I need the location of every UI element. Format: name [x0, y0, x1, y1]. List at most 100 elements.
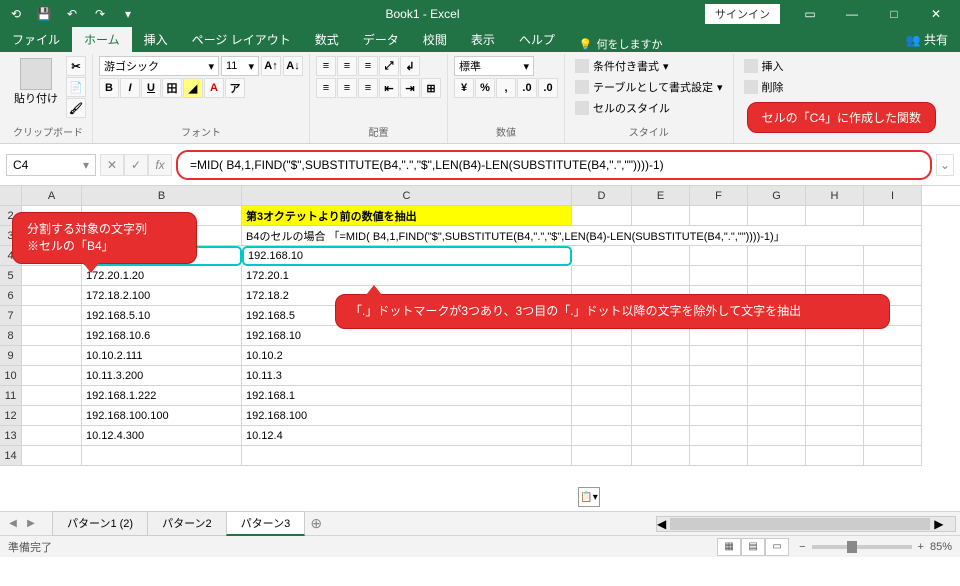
pagebreak-view-icon[interactable]: ▭	[765, 538, 789, 556]
cell-I13[interactable]	[864, 426, 922, 446]
cell-F14[interactable]	[690, 446, 748, 466]
cell-B6[interactable]: 172.18.2.100	[82, 286, 242, 306]
cell-D13[interactable]	[572, 426, 632, 446]
row-header[interactable]: 12	[0, 406, 22, 426]
decrease-decimal-icon[interactable]: .0	[538, 78, 558, 98]
cell-I10[interactable]	[864, 366, 922, 386]
tab-insert[interactable]: 挿入	[132, 27, 180, 52]
autosave-toggle[interactable]: ⟲	[4, 3, 28, 25]
cell-B14[interactable]	[82, 446, 242, 466]
cell-E5[interactable]	[632, 266, 690, 286]
cell-E9[interactable]	[632, 346, 690, 366]
cell-C5[interactable]: 172.20.1	[242, 266, 572, 286]
tab-data[interactable]: データ	[351, 27, 411, 52]
fill-color-button[interactable]: ◢	[183, 78, 203, 98]
enter-formula-icon[interactable]: ✓	[124, 154, 148, 176]
cell-B11[interactable]: 192.168.1.222	[82, 386, 242, 406]
sheet-nav-next-icon[interactable]: ▶	[22, 515, 40, 533]
align-right-icon[interactable]: ≡	[358, 78, 378, 98]
wrap-text-icon[interactable]: ↲	[400, 56, 420, 76]
select-all-corner[interactable]	[0, 186, 22, 205]
decrease-font-icon[interactable]: A↓	[283, 56, 303, 76]
bold-button[interactable]: B	[99, 78, 119, 98]
cell-C10[interactable]: 10.11.3	[242, 366, 572, 386]
maximize-icon[interactable]: □	[874, 0, 914, 28]
row-header[interactable]: 10	[0, 366, 22, 386]
cell-H5[interactable]	[806, 266, 864, 286]
pagelayout-view-icon[interactable]: ▤	[741, 538, 765, 556]
cell-D4[interactable]	[572, 246, 632, 266]
cell-F4[interactable]	[690, 246, 748, 266]
zoom-out-button[interactable]: −	[799, 541, 805, 553]
cell-B8[interactable]: 192.168.10.6	[82, 326, 242, 346]
align-top-icon[interactable]: ≡	[316, 56, 336, 76]
phonetic-icon[interactable]: ア	[225, 78, 245, 98]
cell-B13[interactable]: 10.12.4.300	[82, 426, 242, 446]
cell-B12[interactable]: 192.168.100.100	[82, 406, 242, 426]
cell-G12[interactable]	[748, 406, 806, 426]
underline-button[interactable]: U	[141, 78, 161, 98]
redo-icon[interactable]: ↷	[88, 3, 112, 25]
cell-C11[interactable]: 192.168.1	[242, 386, 572, 406]
cell-C13[interactable]: 10.12.4	[242, 426, 572, 446]
decrease-indent-icon[interactable]: ⇤	[379, 78, 399, 98]
cell-D5[interactable]	[572, 266, 632, 286]
sheet-tab[interactable]: パターン1 (2)	[52, 511, 148, 536]
merge-center-icon[interactable]: ⊞	[421, 78, 441, 98]
cell-E10[interactable]	[632, 366, 690, 386]
cell-D2[interactable]	[572, 206, 632, 226]
cell-D9[interactable]	[572, 346, 632, 366]
cell-A14[interactable]	[22, 446, 82, 466]
cell-G2[interactable]	[748, 206, 806, 226]
cell-C9[interactable]: 10.10.2	[242, 346, 572, 366]
cell-A9[interactable]	[22, 346, 82, 366]
align-bottom-icon[interactable]: ≡	[358, 56, 378, 76]
font-color-button[interactable]: A	[204, 78, 224, 98]
column-header-A[interactable]: A	[22, 186, 82, 205]
align-center-icon[interactable]: ≡	[337, 78, 357, 98]
delete-cells-button[interactable]: 削除	[740, 77, 788, 97]
cell-D11[interactable]	[572, 386, 632, 406]
row-header[interactable]: 11	[0, 386, 22, 406]
copy-icon[interactable]: 📄	[66, 77, 86, 97]
row-header[interactable]: 9	[0, 346, 22, 366]
cell-G11[interactable]	[748, 386, 806, 406]
row-header[interactable]: 14	[0, 446, 22, 466]
row-header[interactable]: 5	[0, 266, 22, 286]
orientation-icon[interactable]: ⤢	[379, 56, 399, 76]
cell-F10[interactable]	[690, 366, 748, 386]
cell-B7[interactable]: 192.168.5.10	[82, 306, 242, 326]
cell-F13[interactable]	[690, 426, 748, 446]
cell-D14[interactable]	[572, 446, 632, 466]
cell-A10[interactable]	[22, 366, 82, 386]
column-header-F[interactable]: F	[690, 186, 748, 205]
cell-A13[interactable]	[22, 426, 82, 446]
zoom-level[interactable]: 85%	[930, 541, 952, 553]
cell-D10[interactable]	[572, 366, 632, 386]
cell-G4[interactable]	[748, 246, 806, 266]
tab-view[interactable]: 表示	[459, 27, 507, 52]
format-painter-icon[interactable]: 🖌	[66, 98, 86, 118]
tab-help[interactable]: ヘルプ	[507, 27, 567, 52]
tell-me-search[interactable]: 💡 何をしますか	[567, 36, 675, 52]
cell-G13[interactable]	[748, 426, 806, 446]
column-header-I[interactable]: I	[864, 186, 922, 205]
cut-icon[interactable]: ✂	[66, 56, 86, 76]
cell-A12[interactable]	[22, 406, 82, 426]
signin-button[interactable]: サインイン	[705, 4, 780, 24]
cell-H10[interactable]	[806, 366, 864, 386]
cell-H14[interactable]	[806, 446, 864, 466]
increase-font-icon[interactable]: A↑	[261, 56, 281, 76]
increase-decimal-icon[interactable]: .0	[517, 78, 537, 98]
column-header-B[interactable]: B	[82, 186, 242, 205]
ribbon-display-icon[interactable]: ▭	[790, 0, 830, 28]
cell-B9[interactable]: 10.10.2.111	[82, 346, 242, 366]
cell-I5[interactable]	[864, 266, 922, 286]
cell-F9[interactable]	[690, 346, 748, 366]
cell-I8[interactable]	[864, 326, 922, 346]
conditional-format-button[interactable]: 条件付き書式▾	[571, 56, 673, 76]
cell-D8[interactable]	[572, 326, 632, 346]
tab-review[interactable]: 校閲	[411, 27, 459, 52]
increase-indent-icon[interactable]: ⇥	[400, 78, 420, 98]
tab-formulas[interactable]: 数式	[303, 27, 351, 52]
